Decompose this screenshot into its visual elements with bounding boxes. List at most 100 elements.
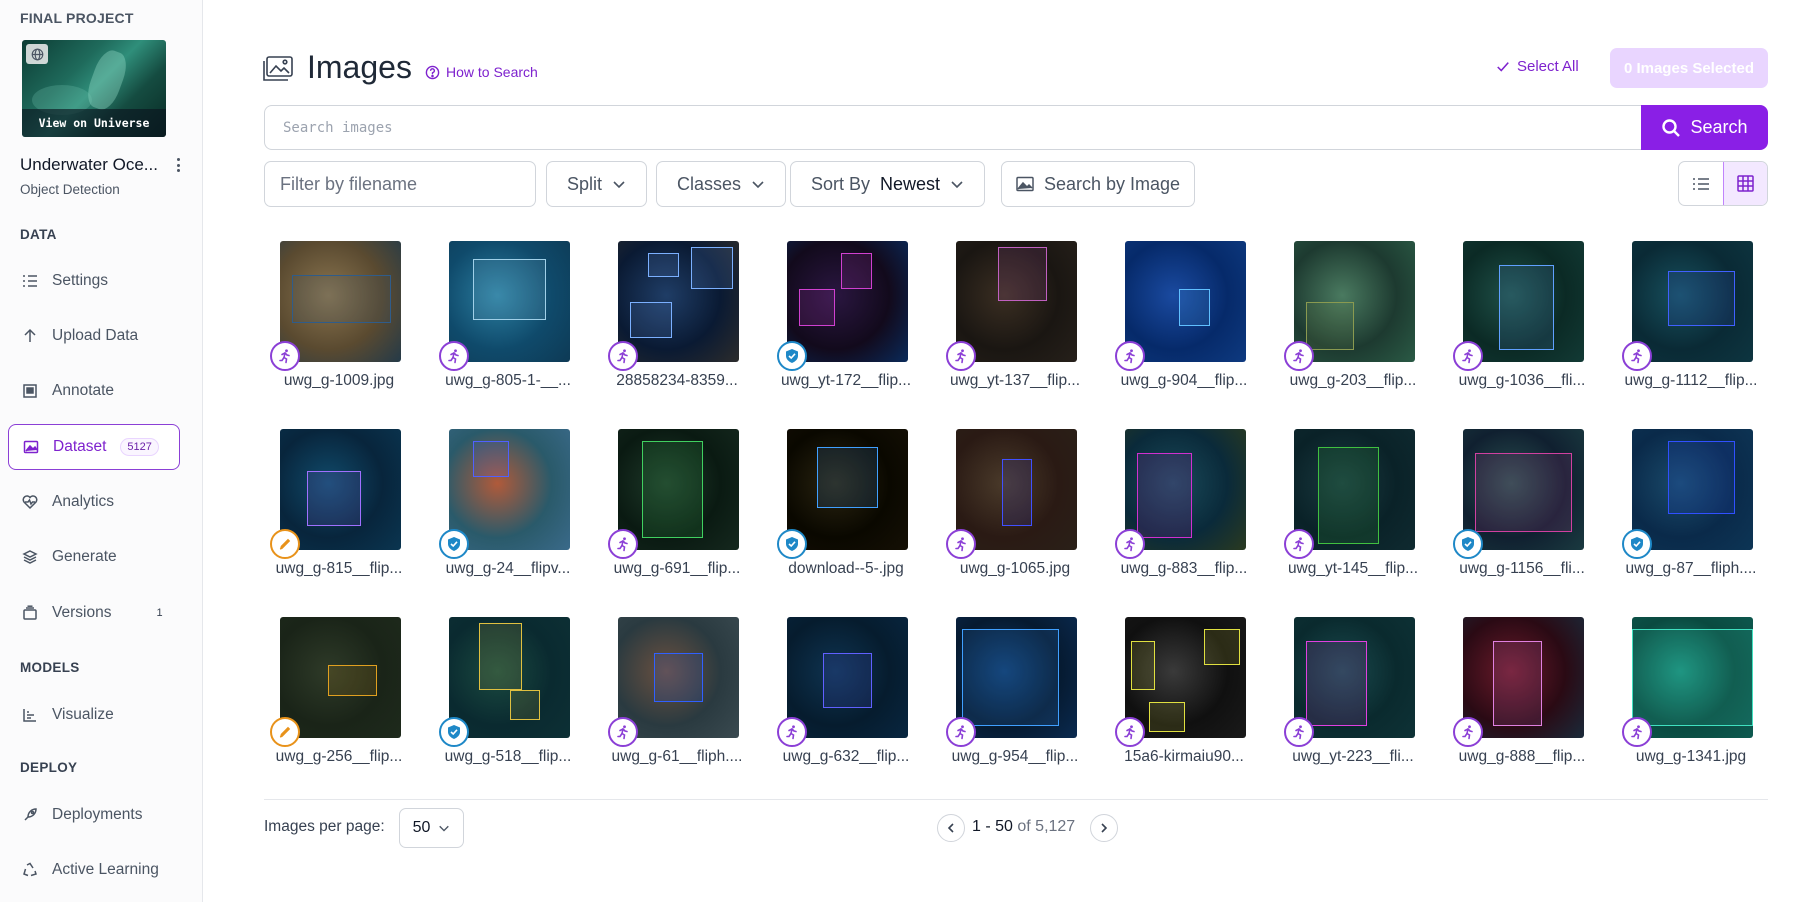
image-thumbnail[interactable] bbox=[618, 241, 739, 362]
sidebar-item-analytics[interactable]: Analytics bbox=[8, 479, 180, 525]
image-card[interactable]: uwg_g-1065.jpg bbox=[940, 428, 1090, 603]
image-card[interactable]: 15a6-kirmaiu90... bbox=[1109, 616, 1259, 791]
split-dropdown[interactable]: Split bbox=[546, 161, 648, 207]
image-filename: uwg_g-815__flip... bbox=[275, 560, 403, 577]
divider bbox=[264, 799, 1768, 800]
image-card[interactable]: uwg_g-1036__fli... bbox=[1447, 240, 1597, 415]
search-input[interactable] bbox=[264, 105, 1642, 150]
filename-filter-input[interactable] bbox=[264, 161, 536, 207]
sidebar-item-deployments[interactable]: Deployments bbox=[8, 792, 180, 838]
sort-dropdown[interactable]: Sort By Newest bbox=[790, 161, 986, 207]
image-card[interactable]: uwg_g-1341.jpg bbox=[1616, 616, 1766, 791]
image-thumbnail[interactable] bbox=[449, 617, 570, 738]
image-thumbnail[interactable] bbox=[280, 617, 401, 738]
image-card[interactable]: uwg_g-805-1-__... bbox=[433, 240, 583, 415]
annotation-status-badge bbox=[608, 341, 638, 371]
image-thumbnail[interactable] bbox=[1294, 617, 1415, 738]
bounding-box bbox=[1475, 453, 1572, 532]
image-thumbnail[interactable] bbox=[956, 241, 1077, 362]
image-thumbnail[interactable] bbox=[1632, 241, 1753, 362]
image-icon bbox=[22, 438, 40, 456]
classes-dropdown[interactable]: Classes bbox=[656, 161, 787, 207]
image-card[interactable]: uwg_g-815__flip... bbox=[264, 428, 414, 603]
image-card[interactable]: download--5-.jpg bbox=[771, 428, 921, 603]
search-by-image-label: Search by Image bbox=[1044, 173, 1181, 194]
image-card[interactable]: uwg_g-61__fliph.... bbox=[602, 616, 752, 791]
image-card[interactable]: uwg_yt-223__fli... bbox=[1278, 616, 1428, 791]
image-card[interactable]: uwg_g-1112__flip... bbox=[1616, 240, 1766, 415]
sidebar-item-upload-data[interactable]: Upload Data bbox=[8, 313, 180, 359]
bounding-box bbox=[473, 259, 546, 320]
next-page-button[interactable] bbox=[1090, 814, 1118, 842]
image-card[interactable]: uwg_g-691__flip... bbox=[602, 428, 752, 603]
image-thumbnail[interactable] bbox=[787, 429, 908, 550]
image-card[interactable]: uwg_g-24__flipv... bbox=[433, 428, 583, 603]
image-card[interactable]: uwg_g-203__flip... bbox=[1278, 240, 1428, 415]
images-selected-button[interactable]: 0 Images Selected bbox=[1610, 48, 1768, 88]
sidebar-item-versions[interactable]: Versions 1 bbox=[8, 590, 180, 636]
list-view-button[interactable] bbox=[1679, 162, 1723, 205]
sidebar-item-generate[interactable]: Generate bbox=[8, 534, 180, 580]
images-per-page-select[interactable]: 50 bbox=[399, 808, 464, 848]
image-thumbnail[interactable] bbox=[1632, 617, 1753, 738]
image-thumbnail[interactable] bbox=[956, 617, 1077, 738]
image-filename: uwg_g-24__flipv... bbox=[445, 560, 571, 577]
image-thumbnail[interactable] bbox=[618, 429, 739, 550]
bounding-box bbox=[998, 247, 1047, 302]
bounding-box bbox=[1306, 301, 1355, 350]
grid-view-button[interactable] bbox=[1722, 162, 1767, 205]
image-card[interactable]: uwg_g-1156__fli... bbox=[1447, 428, 1597, 603]
image-card[interactable]: uwg_g-883__flip... bbox=[1109, 428, 1259, 603]
image-thumbnail[interactable] bbox=[1463, 617, 1584, 738]
image-card[interactable]: uwg_g-256__flip... bbox=[264, 616, 414, 791]
image-thumbnail[interactable] bbox=[956, 429, 1077, 550]
image-card[interactable]: 28858234-8359... bbox=[602, 240, 752, 415]
sidebar-item-dataset[interactable]: Dataset 5127 bbox=[8, 424, 180, 470]
image-thumbnail[interactable] bbox=[787, 241, 908, 362]
sort-label: Sort By bbox=[811, 173, 871, 194]
select-all-button[interactable]: Select All bbox=[1496, 58, 1579, 75]
image-thumbnail[interactable] bbox=[449, 241, 570, 362]
image-card[interactable]: uwg_g-954__flip... bbox=[940, 616, 1090, 791]
image-thumbnail[interactable] bbox=[280, 241, 401, 362]
project-thumbnail[interactable]: View on Universe bbox=[22, 40, 166, 137]
image-thumbnail[interactable] bbox=[1125, 241, 1246, 362]
annotator-run-icon bbox=[448, 349, 459, 364]
image-thumbnail[interactable] bbox=[1632, 429, 1753, 550]
search-by-image-button[interactable]: Search by Image bbox=[1001, 161, 1196, 207]
image-card[interactable]: uwg_g-632__flip... bbox=[771, 616, 921, 791]
image-thumbnail[interactable] bbox=[787, 617, 908, 738]
prev-page-button[interactable] bbox=[937, 814, 965, 842]
image-thumbnail[interactable] bbox=[1125, 429, 1246, 550]
image-card[interactable]: uwg_g-518__flip... bbox=[433, 616, 583, 791]
image-thumbnail[interactable] bbox=[449, 429, 570, 550]
list-icon bbox=[1692, 177, 1709, 190]
image-card[interactable]: uwg_yt-145__flip... bbox=[1278, 428, 1428, 603]
view-on-universe-link[interactable]: View on Universe bbox=[22, 109, 166, 137]
search-button[interactable]: Search bbox=[1641, 105, 1768, 150]
image-filename: uwg_yt-137__flip... bbox=[949, 372, 1081, 389]
chevron-down-icon bbox=[439, 825, 450, 832]
image-card[interactable]: uwg_yt-172__flip... bbox=[771, 240, 921, 415]
sidebar-item-annotate[interactable]: Annotate bbox=[8, 368, 180, 414]
image-thumbnail[interactable] bbox=[1125, 617, 1246, 738]
image-thumbnail[interactable] bbox=[1463, 429, 1584, 550]
annotation-status-badge bbox=[1115, 529, 1145, 559]
sidebar-item-active-learning[interactable]: Active Learning bbox=[8, 847, 180, 893]
image-card[interactable]: uwg_yt-137__flip... bbox=[940, 240, 1090, 415]
image-card[interactable]: uwg_g-1009.jpg bbox=[264, 240, 414, 415]
image-thumbnail[interactable] bbox=[1294, 429, 1415, 550]
chart-icon bbox=[21, 706, 39, 724]
image-card[interactable]: uwg_g-904__flip... bbox=[1109, 240, 1259, 415]
image-thumbnail[interactable] bbox=[1294, 241, 1415, 362]
image-card[interactable]: uwg_g-888__flip... bbox=[1447, 616, 1597, 791]
image-thumbnail[interactable] bbox=[1463, 241, 1584, 362]
image-card[interactable]: uwg_g-87__fliph.... bbox=[1616, 428, 1766, 603]
sidebar-item-settings[interactable]: Settings bbox=[8, 258, 180, 304]
image-thumbnail[interactable] bbox=[280, 429, 401, 550]
more-vertical-icon[interactable] bbox=[170, 155, 186, 175]
sidebar-item-visualize[interactable]: Visualize bbox=[8, 692, 180, 738]
how-to-search-link[interactable]: How to Search bbox=[425, 64, 538, 80]
image-thumbnail[interactable] bbox=[618, 617, 739, 738]
image-filename: uwg_g-1156__fli... bbox=[1459, 560, 1585, 577]
